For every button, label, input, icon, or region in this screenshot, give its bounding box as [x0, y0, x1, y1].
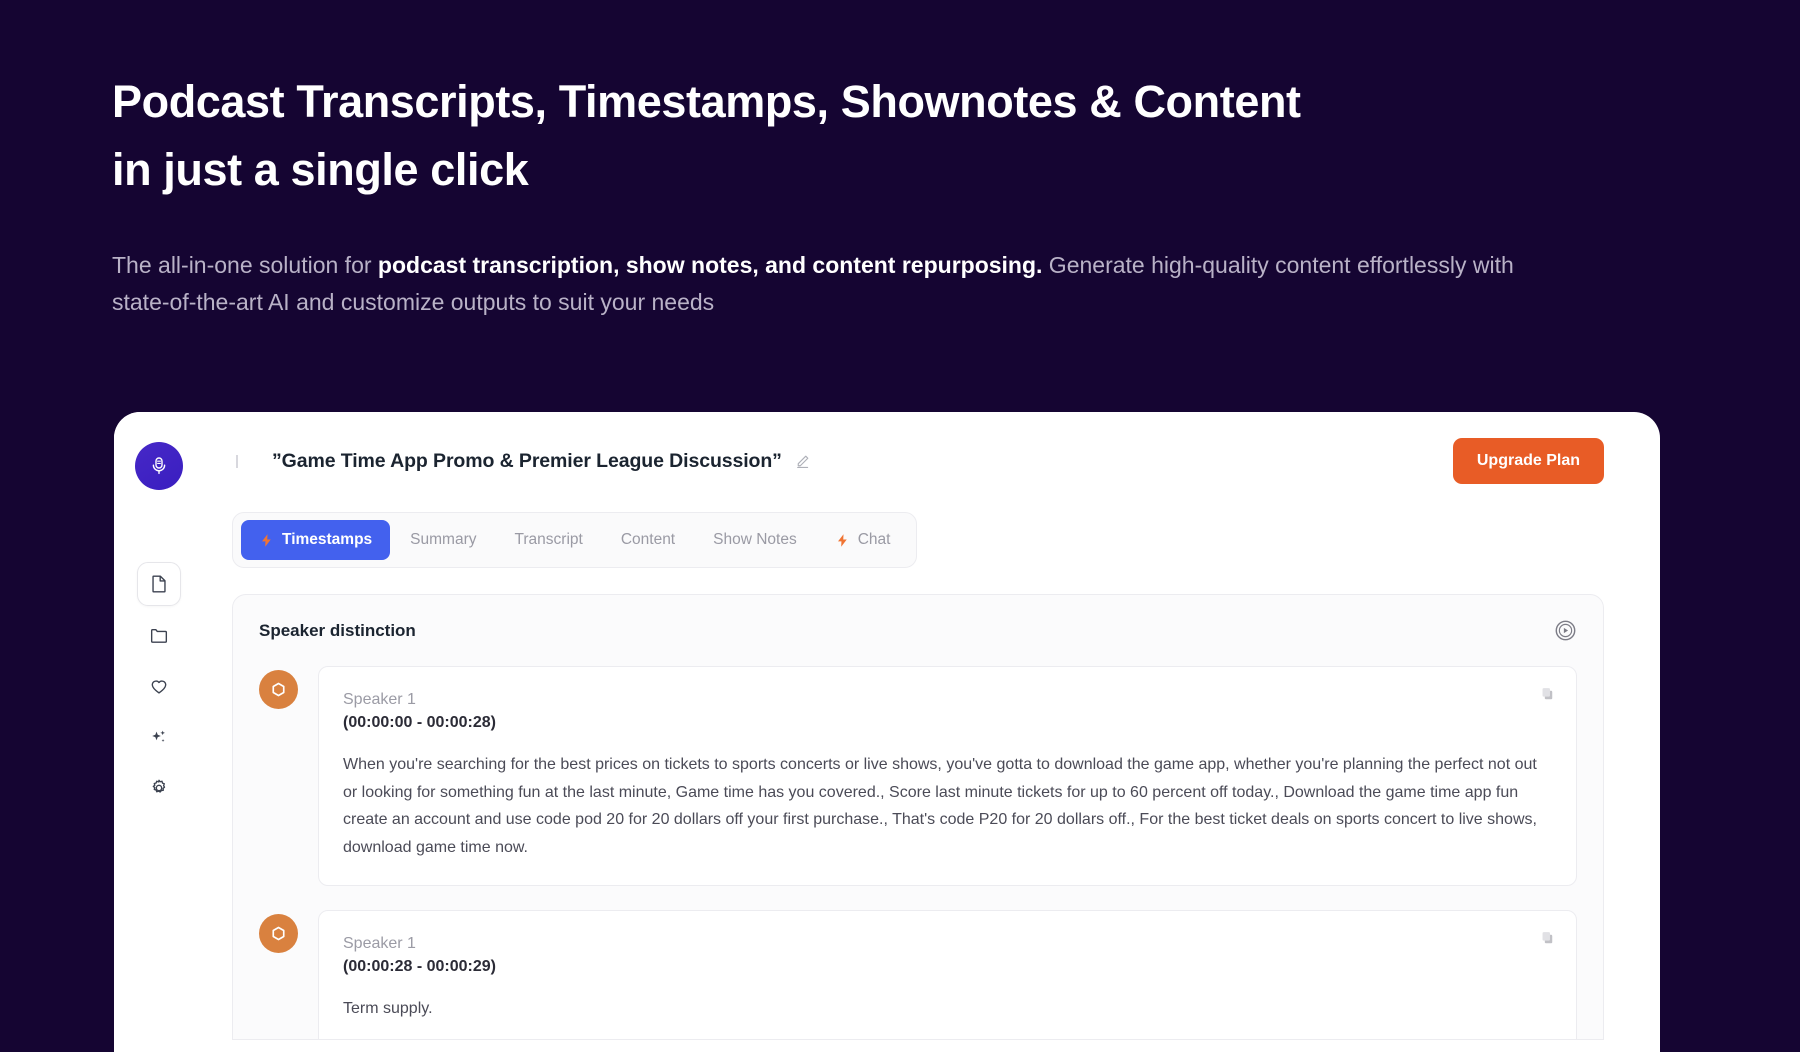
avatar: [259, 670, 298, 709]
panel-header: Speaker distinction: [259, 619, 1577, 642]
topbar: ”Game Time App Promo & Premier League Di…: [232, 438, 1604, 484]
page-title: Podcast Transcripts, Timestamps, Shownot…: [112, 68, 1532, 205]
avatar: [259, 914, 298, 954]
sidebar-item-favorites[interactable]: [137, 664, 181, 708]
hero-subtitle-highlight: podcast transcription, show notes, and c…: [377, 251, 1043, 278]
speaker-name: Speaker 1: [343, 935, 416, 953]
sidebar-item-documents[interactable]: [137, 562, 181, 606]
speaker-timestamp: (00:00:00 - 00:00:28): [343, 713, 496, 731]
sidebar-nav: [137, 562, 181, 810]
sparkles-icon: [152, 730, 165, 742]
segment-text: When you're searching for the best price…: [343, 755, 1537, 856]
segment-bubble: Speaker 1 (00:00:28 - 00:00:29) Term sup…: [318, 910, 1577, 1039]
tab-content[interactable]: Content: [603, 520, 693, 560]
heart-icon: [151, 680, 167, 694]
document-icon: [152, 575, 166, 593]
hero-subtitle: The all-in-one solution for podcast tran…: [112, 247, 1542, 322]
lightning-icon: [837, 533, 847, 547]
speaker-timestamp: (00:00:28 - 00:00:29): [343, 957, 496, 975]
gear-icon: [152, 779, 166, 793]
document-title: ”Game Time App Promo & Premier League Di…: [272, 449, 782, 472]
panel-title: Speaker distinction: [259, 620, 416, 640]
sidebar: [114, 412, 204, 1052]
transcript-segment: Speaker 1 (00:00:28 - 00:00:29) Term sup…: [259, 910, 1577, 1039]
tab-show-notes[interactable]: Show Notes: [695, 520, 815, 560]
hexagon-icon: [272, 926, 285, 941]
segment-text: Term supply.: [343, 1000, 433, 1018]
hero-section: Podcast Transcripts, Timestamps, Shownot…: [0, 0, 1800, 321]
tab-summary[interactable]: Summary: [392, 520, 494, 560]
copy-icon[interactable]: [1539, 929, 1556, 951]
tab-label: Content: [620, 531, 676, 548]
sidebar-item-settings[interactable]: [137, 766, 181, 810]
hero-subtitle-part-1: The all-in-one solution for: [112, 251, 378, 278]
sidebar-collapse-handle[interactable]: [236, 454, 238, 468]
sidebar-item-folders[interactable]: [137, 613, 181, 657]
copy-icon[interactable]: [1539, 685, 1556, 707]
tab-label: Timestamps: [282, 531, 373, 548]
tab-label: Show Notes: [713, 531, 797, 548]
sidebar-item-ai-magic[interactable]: [137, 715, 181, 759]
transcript-panel: Speaker distinction Speaker 1 (00:00:00 …: [232, 594, 1604, 1040]
lightning-icon: [262, 533, 271, 547]
segment-bubble: Speaker 1 (00:00:00 - 00:00:28) When you…: [318, 666, 1577, 887]
play-circle-icon[interactable]: [1554, 619, 1577, 642]
page-title-line-2: in just a single click: [112, 144, 529, 196]
transcript-segment: Speaker 1 (00:00:00 - 00:00:28) When you…: [259, 666, 1577, 887]
microphone-icon: [152, 457, 166, 475]
hexagon-icon: [272, 682, 285, 697]
tab-transcript[interactable]: Transcript: [497, 520, 601, 560]
tab-timestamps[interactable]: Timestamps: [241, 520, 391, 560]
upgrade-plan-button[interactable]: Upgrade Plan: [1452, 438, 1604, 484]
tab-label: Transcript: [514, 531, 583, 548]
tab-chat[interactable]: Chat: [817, 520, 909, 560]
tab-bar: Timestamps Summary Transcript Content Sh…: [232, 512, 918, 568]
speaker-name: Speaker 1: [343, 691, 416, 708]
brand-logo[interactable]: [135, 442, 183, 490]
folder-icon: [150, 628, 168, 643]
main-content: ”Game Time App Promo & Premier League Di…: [204, 412, 1660, 1052]
tab-label: Summary: [410, 531, 477, 548]
page-title-line-1: Podcast Transcripts, Timestamps, Shownot…: [112, 76, 1301, 127]
pencil-icon[interactable]: [794, 453, 811, 470]
tab-label: Chat: [857, 531, 891, 548]
app-window: ”Game Time App Promo & Premier League Di…: [114, 412, 1660, 1052]
